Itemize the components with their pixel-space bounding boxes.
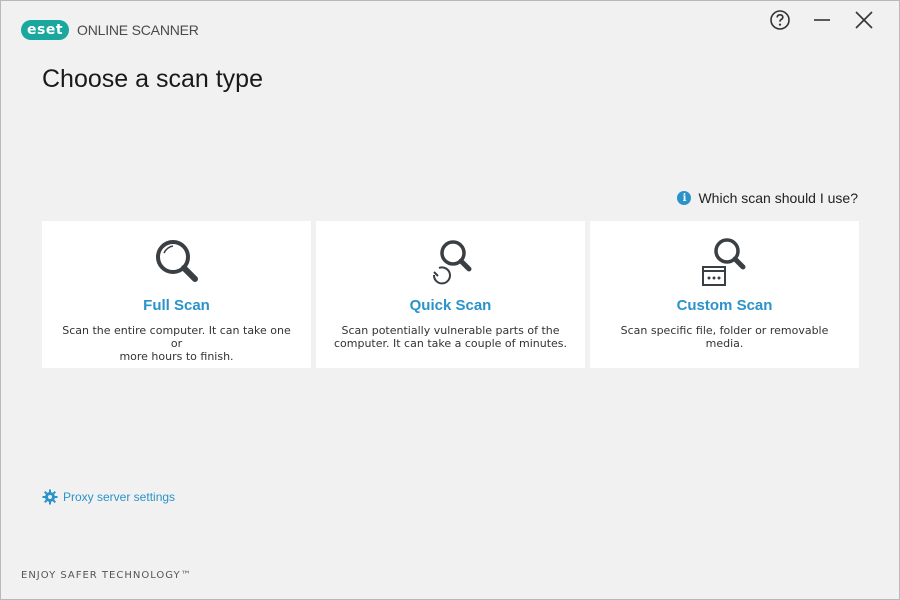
page-title: Choose a scan type — [42, 65, 263, 93]
help-icon — [770, 10, 790, 30]
close-button[interactable] — [847, 7, 881, 33]
eset-logo: eset ONLINE SCANNER — [21, 20, 199, 40]
quick-scan-card[interactable]: Quick Scan Scan potentially vulnerable p… — [316, 221, 585, 368]
full-scan-title: Full Scan — [143, 297, 210, 314]
magnifier-icon — [155, 240, 198, 282]
custom-scan-card[interactable]: Custom Scan Scan specific file, folder o… — [590, 221, 859, 368]
footer-tagline: ENJOY SAFER TECHNOLOGY™ — [21, 570, 192, 581]
logo-text: ONLINE SCANNER — [77, 22, 199, 38]
help-button[interactable] — [763, 7, 797, 33]
app-window: eset ONLINE SCANNER Choose a scan type i… — [0, 0, 900, 600]
proxy-settings-link[interactable]: Proxy server settings — [42, 489, 175, 505]
window-controls — [755, 7, 881, 33]
full-scan-desc-line1: Scan the entire computer. It can take on… — [62, 324, 291, 350]
full-scan-description: Scan the entire computer. It can take on… — [57, 324, 297, 363]
quick-scan-desc-line2: computer. It can take a couple of minute… — [333, 337, 568, 350]
minimize-button[interactable] — [805, 7, 839, 33]
minimize-icon — [814, 19, 830, 21]
scan-type-cards: Full Scan Scan the entire computer. It c… — [42, 221, 859, 368]
full-scan-card[interactable]: Full Scan Scan the entire computer. It c… — [42, 221, 311, 368]
title-bar: eset ONLINE SCANNER — [1, 1, 899, 45]
logo-badge: eset — [21, 20, 70, 40]
proxy-settings-label: Proxy server settings — [63, 490, 176, 504]
full-scan-desc-line2: more hours to finish. — [119, 350, 234, 363]
quick-scan-desc-line1: Scan potentially vulnerable parts of the — [341, 324, 560, 337]
quick-scan-title: Quick Scan — [409, 297, 492, 314]
gear-icon — [42, 489, 58, 505]
custom-scan-icon — [701, 238, 745, 286]
quick-scan-icon — [432, 240, 471, 285]
close-icon — [855, 11, 873, 29]
help-link-label: Which scan should I use? — [698, 190, 858, 206]
custom-scan-desc-line1: Scan specific file, folder or removable … — [620, 324, 829, 350]
quick-scan-description: Scan potentially vulnerable parts of the… — [331, 324, 571, 350]
info-icon: i — [677, 191, 692, 205]
which-scan-help-link[interactable]: i Which scan should I use? — [677, 190, 858, 206]
custom-scan-title: Custom Scan — [676, 297, 773, 314]
custom-scan-description: Scan specific file, folder or removable … — [605, 324, 845, 350]
